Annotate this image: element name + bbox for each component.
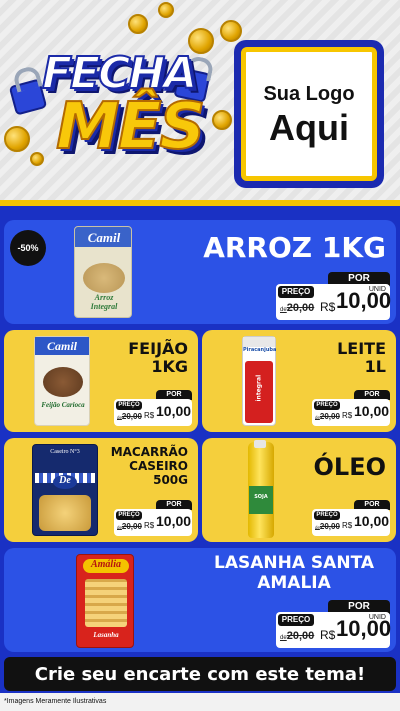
price-value: 10,00 <box>156 403 192 419</box>
product-card-macarrao: Caseiro N°3 De MACARRÃO CASEIRO 500G POR P… <box>4 438 198 542</box>
product-image-feijao: Camil Feijão Carioca <box>34 336 90 426</box>
price-tag: POR PREÇO de20,00 R$ 10,00 UNID <box>276 600 391 648</box>
coin-icon <box>4 126 30 152</box>
cta-banner[interactable]: Crie seu encarte com este tema! <box>4 657 396 691</box>
coin-icon <box>30 152 44 166</box>
product-name: LASANHA SANTA AMALIA <box>214 553 374 593</box>
price-tag: POR PREÇO de20,00 R$ 10,00 <box>114 500 192 536</box>
title-line2: MÊS <box>55 89 206 165</box>
product-image-arroz: Camil Arroz Integral <box>74 226 132 318</box>
product-card-leite: Piracanjuba integral LEITE 1L POR PREÇO d… <box>202 330 396 432</box>
coin-icon <box>158 2 174 18</box>
product-card-feijao: Camil Feijão Carioca FEIJÃO 1KG POR PREÇO… <box>4 330 198 432</box>
old-price: de20,00 <box>280 302 315 314</box>
product-name: ÓLEO <box>313 453 387 481</box>
product-name: ARROZ 1KG <box>203 231 386 264</box>
product-name: LEITE 1L <box>337 339 386 377</box>
logo-line2: Aqui <box>269 106 349 148</box>
coin-icon <box>220 20 242 42</box>
logo-placeholder: Sua Logo Aqui <box>234 40 384 188</box>
price-tag: POR PREÇO de20,00 R$ 10,00 <box>114 390 192 426</box>
fecha-mes-title: FECHA MÊS <box>4 2 242 190</box>
product-card-arroz: -50% Camil Arroz Integral ARROZ 1KG POR … <box>4 220 396 324</box>
product-name: MACARRÃO CASEIRO 500G <box>110 445 188 487</box>
price-tag: POR PREÇO de20,00 R$ 10,00 <box>312 500 390 536</box>
product-image-macarrao: Caseiro N°3 De <box>32 444 98 536</box>
product-card-lasanha: Amália Lasanha LASANHA SANTA AMALIA POR P… <box>4 548 396 652</box>
product-image-lasanha: Amália Lasanha <box>76 554 134 648</box>
product-image-leite: Piracanjuba integral <box>242 336 276 426</box>
price-value: 10,00 <box>354 513 390 529</box>
discount-badge: -50% <box>10 230 46 266</box>
header-banner: FECHA MÊS Sua Logo Aqui <box>0 0 400 206</box>
logo-line1: Sua Logo <box>263 82 355 105</box>
coin-icon <box>128 14 148 34</box>
coin-icon <box>212 110 232 130</box>
product-name: FEIJÃO 1KG <box>128 339 188 377</box>
product-card-oleo: SOJA ÓLEO POR PREÇO de20,00 R$ 10,00 <box>202 438 396 542</box>
price-value: 10,00 <box>156 513 192 529</box>
footnote: *Imagens Meramente Ilustrativas <box>4 698 107 705</box>
price-tag: POR PREÇO de20,00 R$ 10,00 UNID <box>276 272 391 320</box>
price-value: 10,00 <box>354 403 390 419</box>
price-tag: POR PREÇO de20,00 R$ 10,00 <box>312 390 390 426</box>
product-image-oleo: SOJA <box>248 440 274 538</box>
